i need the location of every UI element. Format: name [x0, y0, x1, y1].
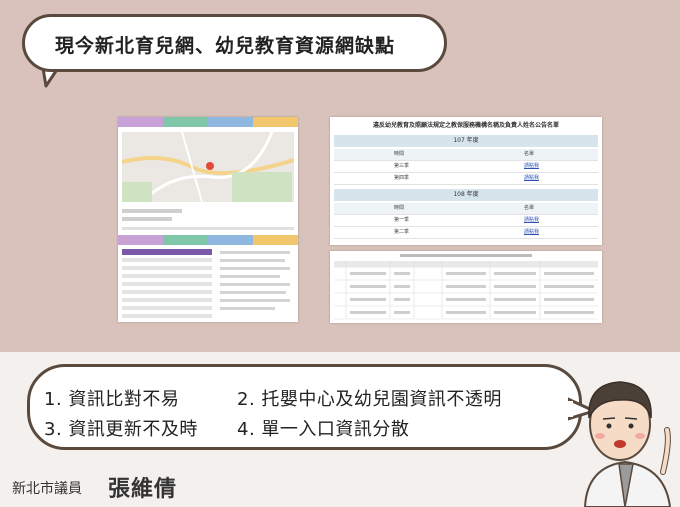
row-link[interactable]: 請點我 [524, 227, 539, 238]
screenshot-tabs [118, 117, 298, 127]
page-title: 現今新北育兒網、幼兒教育資源網缺點 [55, 35, 396, 57]
row-period: 第三季 [394, 163, 410, 169]
col-list: 名單 [524, 151, 535, 157]
detail-table [334, 254, 598, 320]
row-period: 第一季 [394, 217, 410, 223]
issue-item-4: 4. 單一入口資訊分散 [237, 419, 410, 440]
violation-detail-screenshot [330, 251, 602, 323]
table-header: 時間 名單 [334, 149, 598, 161]
year-band-107: 107 年度 [334, 135, 598, 147]
row-period: 第二季 [394, 229, 410, 235]
table-header: 時間 名單 [334, 203, 598, 215]
cartoon-person-illustration [583, 381, 672, 507]
row-link[interactable]: 請點我 [524, 161, 539, 172]
col-period: 時間 [394, 205, 405, 211]
row-link[interactable]: 請點我 [524, 173, 539, 184]
issue-item-3: 3. 資訊更新不及時 [44, 419, 198, 440]
row-link[interactable]: 請點我 [524, 215, 539, 226]
table-row: 第一季 請點我 [334, 215, 598, 227]
year-band-108: 108 年度 [334, 189, 598, 201]
website-screenshot-left [118, 117, 298, 322]
table-row: 第二季 請點我 [334, 227, 598, 239]
col-period: 時間 [394, 151, 405, 157]
violation-list-heading: 違反幼兒教育及照顧法規定之教保服務機構名稱及負責人姓名公告名單 [372, 122, 559, 129]
issue-item-1: 1. 資訊比對不易 [44, 389, 180, 410]
map-thumbnail [122, 132, 294, 202]
councilor-name: 張維倩 [108, 477, 178, 502]
footer-label: 新北市議員 [12, 481, 82, 497]
mini-table [122, 249, 290, 318]
issue-item-2: 2. 托嬰中心及幼兒園資訊不透明 [237, 389, 502, 410]
table-row: 第三季 請點我 [334, 161, 598, 173]
col-list: 名單 [524, 205, 535, 211]
table-row: 第四季 請點我 [334, 173, 598, 185]
violation-list-screenshot: 違反幼兒教育及照顧法規定之教保服務機構名稱及負責人姓名公告名單 107 年度 時… [330, 117, 602, 245]
screenshot-tabs-2 [118, 235, 298, 245]
row-period: 第四季 [394, 175, 410, 181]
